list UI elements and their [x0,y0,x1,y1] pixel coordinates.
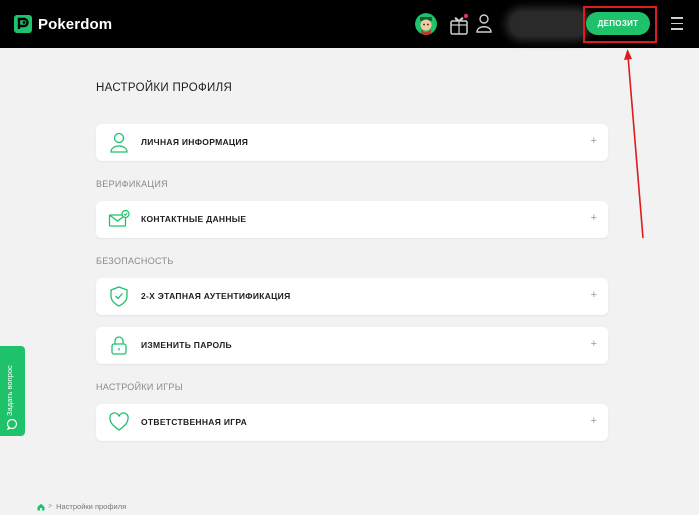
avatar[interactable] [415,13,437,35]
section-label-security: БЕЗОПАСНОСТЬ [96,256,174,266]
user-icon [110,132,128,153]
deposit-button[interactable]: ДЕПОЗИТ [586,12,650,35]
expand-icon[interactable]: + [591,289,597,301]
user-icon[interactable] [476,13,492,33]
card-label: КОНТАКТНЫЕ ДАННЫЕ [141,214,247,224]
card-label: ЛИЧНАЯ ИНФОРМАЦИЯ [141,137,249,147]
card-label: ИЗМЕНИТЬ ПАРОЛЬ [141,340,232,350]
lock-icon [111,336,127,355]
section-label-game: НАСТРОЙКИ ИГРЫ [96,382,184,392]
card-personal-info[interactable]: ЛИЧНАЯ ИНФОРМАЦИЯ + [96,124,608,161]
card-contact-data[interactable]: КОНТАКТНЫЕ ДАННЫЕ + [96,201,608,238]
balance-blurred [509,11,589,37]
expand-icon[interactable]: + [591,338,597,350]
home-icon[interactable] [37,503,45,511]
pokerdom-logo-icon [14,15,32,33]
card-change-password[interactable]: ИЗМЕНИТЬ ПАРОЛЬ + [96,327,608,364]
ask-question-label: Задать вопрос [5,365,14,416]
top-header: Pokerdom ДЕПОЗИТ [0,0,699,48]
chat-bubble-icon [6,418,18,430]
hamburger-menu-icon[interactable] [671,17,683,30]
ask-question-tab[interactable]: Задать вопрос [0,346,25,436]
expand-icon[interactable]: + [591,135,597,147]
expand-icon[interactable]: + [591,212,597,224]
section-label-verification: ВЕРИФИКАЦИЯ [96,179,168,189]
breadcrumb-current: Настройки профиля [56,502,127,511]
card-two-factor[interactable]: 2-Х ЭТАПНАЯ АУТЕНТИФИКАЦИЯ + [96,278,608,315]
breadcrumb-separator: > [48,503,53,510]
breadcrumb: > Настройки профиля [37,502,126,511]
mail-check-icon [108,209,130,227]
shield-check-icon [110,286,128,307]
gift-icon[interactable] [449,13,469,35]
expand-icon[interactable]: + [591,415,597,427]
avatar-image [415,13,437,35]
heart-icon [109,412,129,431]
card-responsible-gaming[interactable]: ОТВЕТСТВЕННАЯ ИГРА + [96,404,608,441]
logo[interactable]: Pokerdom [13,12,112,36]
logo-text: Pokerdom [38,15,113,33]
card-label: 2-Х ЭТАПНАЯ АУТЕНТИФИКАЦИЯ [141,291,291,301]
page-title: НАСТРОЙКИ ПРОФИЛЯ [96,82,233,94]
card-label: ОТВЕТСТВЕННАЯ ИГРА [141,417,248,427]
